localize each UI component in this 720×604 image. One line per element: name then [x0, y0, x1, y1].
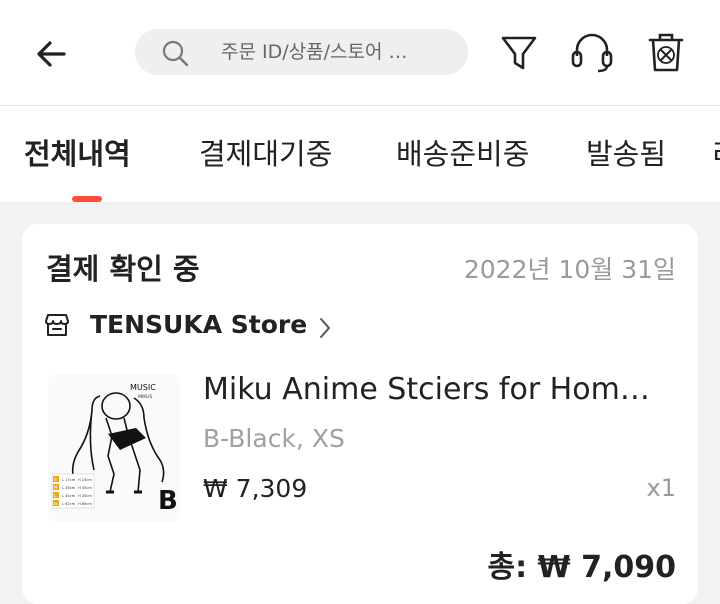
thumbnail-heading: MUSIC: [130, 383, 156, 392]
back-arrow-icon[interactable]: [34, 36, 70, 72]
headset-icon[interactable]: [570, 30, 613, 74]
search-placeholder: 주문 ID/상품/스토어 …: [221, 41, 408, 63]
chevron-right-icon: [318, 316, 332, 340]
order-total: 총: ₩ 7,090: [487, 550, 676, 585]
variant-letter-badge: B: [158, 486, 178, 516]
tab-preparing-shipment[interactable]: 배송준비중: [396, 134, 529, 174]
size-l-m: L 26cm: [62, 486, 76, 490]
search-icon: [161, 39, 189, 67]
thumbnail-subheading: MIKUS: [138, 394, 152, 400]
size-l-l: L 45cm: [62, 494, 76, 498]
product-thumbnail[interactable]: MUSIC MIKUS S M L XL L 17cm L 26cm L 45c…: [48, 374, 180, 522]
product-title[interactable]: Miku Anime Stciers for Hom…: [203, 372, 663, 407]
size-l-xl: L 62cm: [62, 502, 76, 506]
trash-icon[interactable]: [646, 30, 686, 74]
order-status-tabs: 전체내역 결제대기중 배송준비중 발송됨 리: [0, 106, 720, 202]
tab-shipped[interactable]: 발송됨: [586, 134, 666, 174]
top-header: 주문 ID/상품/스토어 …: [0, 0, 720, 105]
search-input[interactable]: 주문 ID/상품/스토어 …: [135, 29, 468, 75]
order-card[interactable]: 결제 확인 중 2022년 10월 31일 TENSUKA Store MUSI…: [22, 224, 698, 604]
order-date: 2022년 10월 31일: [463, 255, 676, 284]
size-h-xl: H 89cm: [78, 502, 92, 506]
size-h-m: H 35cm: [78, 486, 92, 490]
tab-all[interactable]: 전체내역: [24, 134, 131, 174]
product-quantity: x1: [646, 474, 676, 502]
product-price: ₩ 7,309: [203, 474, 308, 503]
product-variant: B-Black, XS: [203, 424, 345, 453]
filter-icon[interactable]: [499, 30, 539, 74]
size-key-m: M: [54, 485, 58, 490]
tab-awaiting-payment[interactable]: 결제대기중: [199, 134, 332, 174]
tab-next[interactable]: 리: [712, 134, 720, 174]
order-status: 결제 확인 중: [46, 252, 200, 286]
store-name: TENSUKA Store: [90, 310, 308, 339]
size-h-l: H 35cm: [78, 494, 92, 498]
size-h-s: H 23cm: [78, 478, 92, 482]
active-tab-indicator: [72, 196, 102, 202]
size-l-s: L 17cm: [62, 478, 76, 482]
size-key-xl: XL: [54, 502, 58, 506]
store-icon: [44, 312, 70, 338]
